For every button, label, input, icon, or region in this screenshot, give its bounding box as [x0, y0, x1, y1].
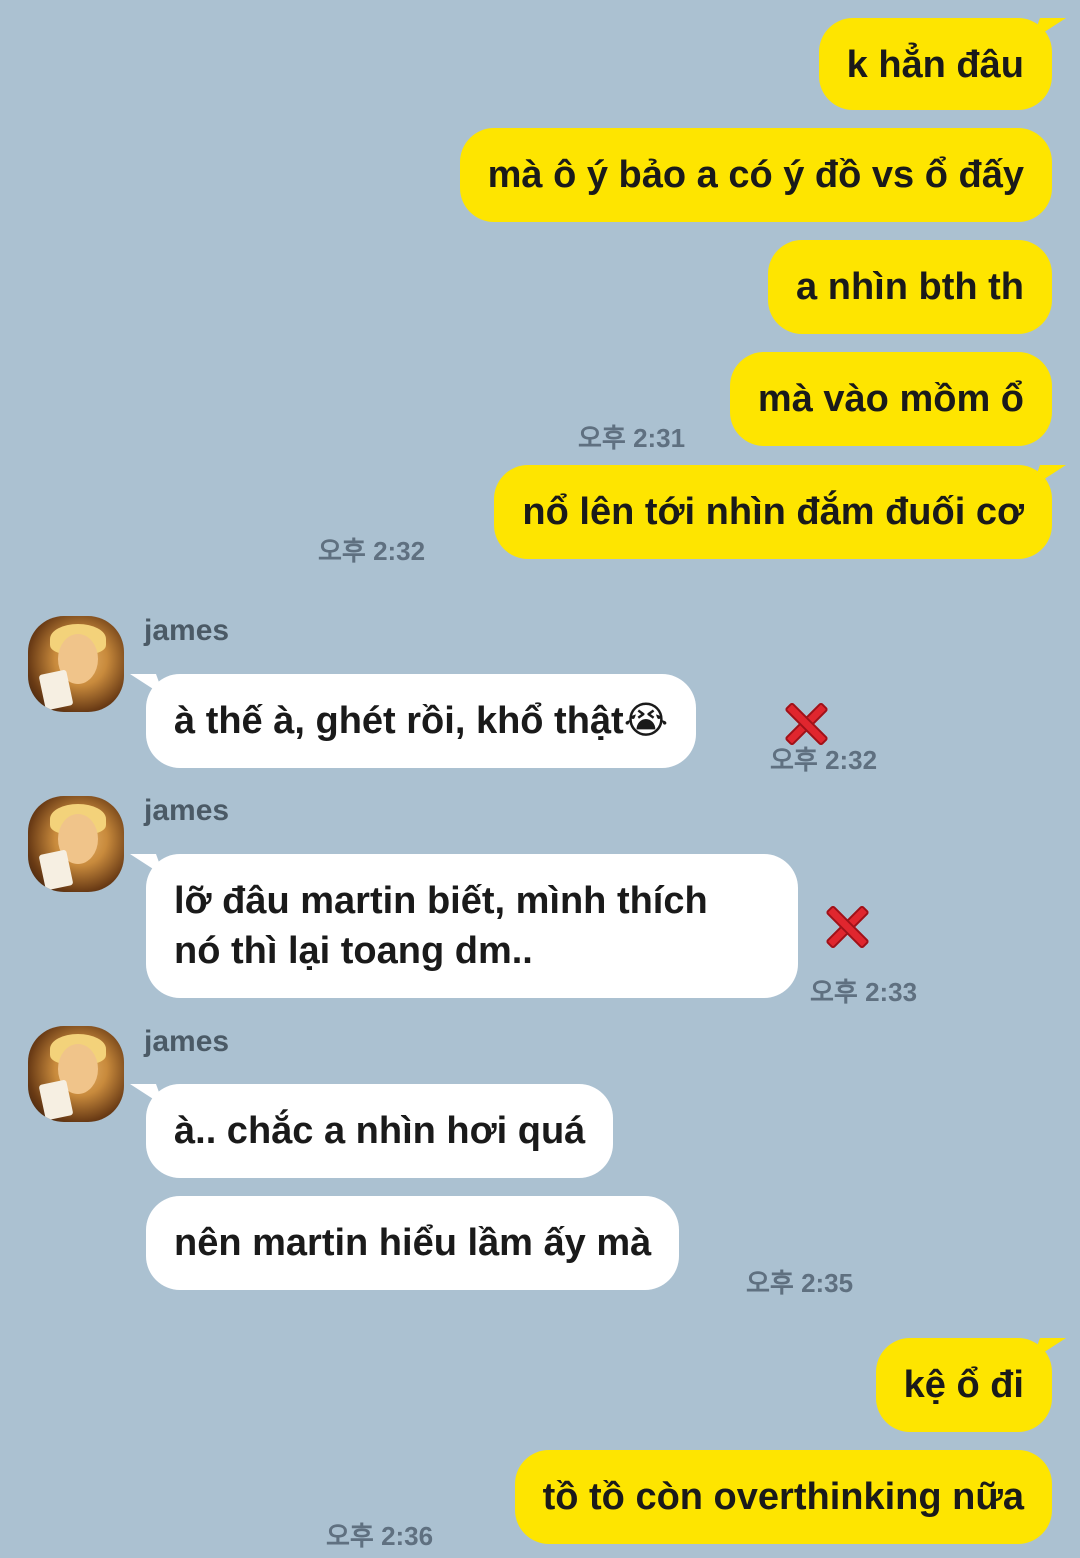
sender-avatar[interactable]: [28, 1026, 124, 1122]
outgoing-message[interactable]: tồ tồ còn overthinking nữa: [514, 1450, 1052, 1544]
message-timestamp: 오후 2:32: [318, 536, 426, 566]
message-text: mà vào mồm ổ: [757, 378, 1024, 420]
incoming-message[interactable]: à thế à, ghét rồi, khổ thật😭: [146, 674, 697, 768]
outgoing-message[interactable]: kệ ổ đi: [875, 1338, 1052, 1432]
message-text: à thế à, ghét rồi, khổ thật😭: [174, 700, 669, 742]
message-text-line: nó thì lại toang dm..: [174, 930, 533, 972]
message-text: à.. chắc a nhìn hơi quá: [174, 1110, 586, 1152]
red-x-icon: [823, 903, 871, 951]
sender-avatar[interactable]: [28, 616, 124, 712]
incoming-message[interactable]: à.. chắc a nhìn hơi quá: [146, 1084, 614, 1178]
message-timestamp: 오후 2:32: [770, 745, 878, 775]
outgoing-message[interactable]: mà ô ý bảo a có ý đồ vs ổ đấy: [459, 128, 1052, 222]
message-text: kệ ổ đi: [903, 1364, 1024, 1406]
sender-avatar[interactable]: [28, 796, 124, 892]
message-text: nên martin hiểu lầm ấy mà: [174, 1222, 652, 1264]
message-text: tồ tồ còn overthinking nữa: [542, 1476, 1024, 1518]
outgoing-message[interactable]: mà vào mồm ổ: [729, 352, 1052, 446]
incoming-message[interactable]: lỡ đâu martin biết, mình thích nó thì lạ…: [146, 854, 798, 998]
message-text: k hẳn đâu: [846, 44, 1024, 86]
message-timestamp: 오후 2:33: [810, 977, 918, 1007]
message-timestamp: 오후 2:31: [578, 423, 686, 453]
sender-name: james: [144, 794, 230, 827]
sender-name: james: [144, 1025, 230, 1058]
outgoing-message[interactable]: a nhìn bth th: [768, 240, 1052, 334]
outgoing-message[interactable]: k hẳn đâu: [818, 18, 1052, 110]
incoming-message[interactable]: nên martin hiểu lầm ấy mà: [146, 1196, 680, 1290]
outgoing-message[interactable]: nổ lên tới nhìn đắm đuối cơ: [494, 465, 1052, 559]
message-timestamp: 오후 2:36: [326, 1521, 434, 1551]
message-text: nổ lên tới nhìn đắm đuối cơ: [522, 491, 1024, 533]
message-timestamp: 오후 2:35: [746, 1268, 854, 1298]
message-text: a nhìn bth th: [796, 266, 1024, 308]
message-text-line: lỡ đâu martin biết, mình thích: [174, 880, 708, 922]
sender-name: james: [144, 614, 230, 647]
message-text: mà ô ý bảo a có ý đồ vs ổ đấy: [487, 154, 1024, 196]
